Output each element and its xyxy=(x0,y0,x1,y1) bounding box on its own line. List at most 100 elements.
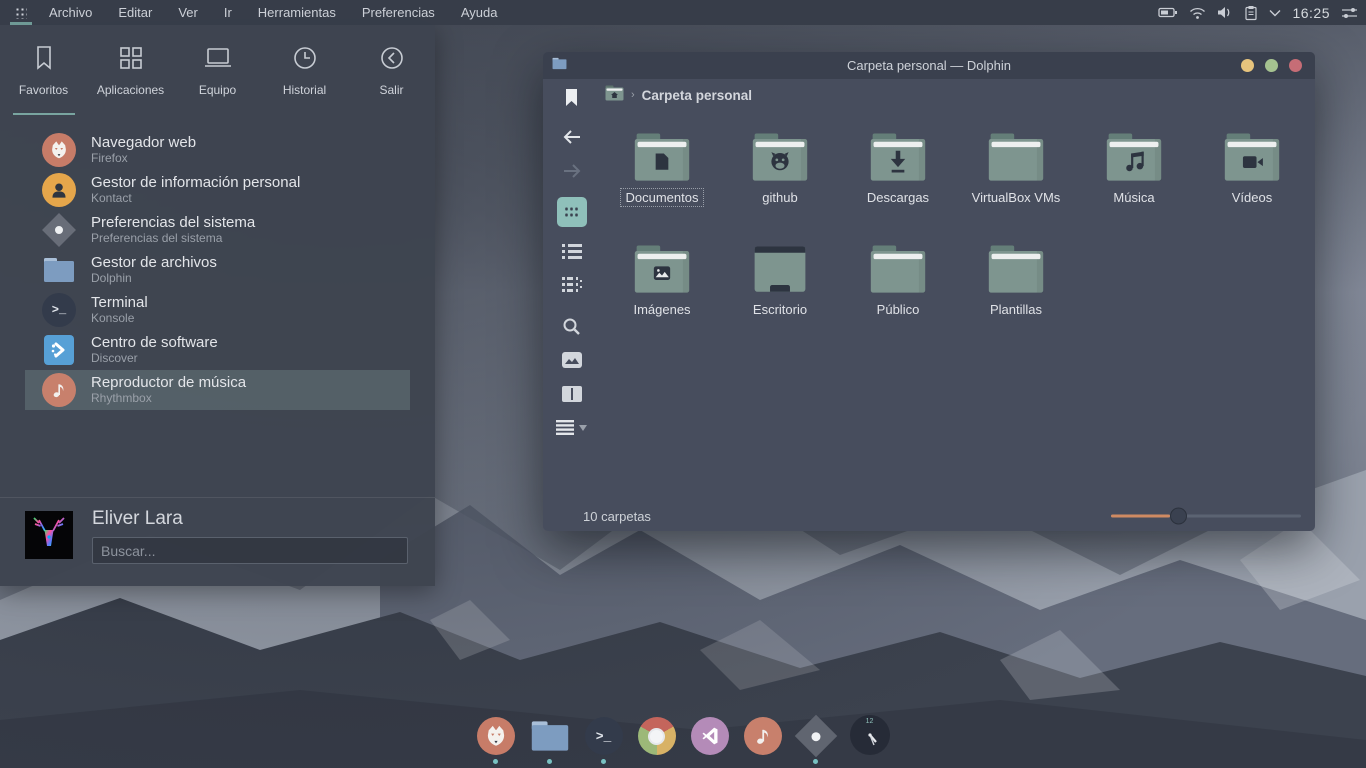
dock-chrome[interactable] xyxy=(638,717,676,764)
folder-tile-publico[interactable]: Público xyxy=(839,240,957,352)
folder-tile-plantillas[interactable]: Plantillas xyxy=(957,240,1075,352)
kontact-icon xyxy=(42,173,76,207)
folder-tile-documentos[interactable]: Documentos xyxy=(603,128,721,240)
back-button[interactable] xyxy=(562,129,582,145)
slider-handle[interactable] xyxy=(1170,508,1187,525)
search-icon[interactable] xyxy=(562,317,581,336)
dolphin-toolbar xyxy=(543,79,600,501)
forward-button[interactable] xyxy=(562,163,582,179)
app-subtitle: Discover xyxy=(91,352,218,366)
dock-vscode[interactable] xyxy=(691,717,729,764)
running-indicator xyxy=(654,759,659,764)
folder-plain-icon xyxy=(987,133,1045,183)
dock-rhythmbox[interactable] xyxy=(744,717,782,764)
breadcrumb-location[interactable]: Carpeta personal xyxy=(642,88,752,103)
folder-tile-descargas[interactable]: Descargas xyxy=(839,128,957,240)
maximize-button[interactable] xyxy=(1265,59,1278,72)
compact-view-button[interactable] xyxy=(562,277,582,293)
titlebar[interactable]: Carpeta personal — Dolphin xyxy=(543,52,1315,79)
folder-label: Público xyxy=(873,302,924,317)
window-title: Carpeta personal — Dolphin xyxy=(543,58,1315,73)
menu-ir[interactable]: Ir xyxy=(213,1,243,24)
zoom-slider[interactable] xyxy=(1111,508,1301,525)
search-input[interactable] xyxy=(92,537,408,564)
tab-equipo[interactable]: Equipo xyxy=(174,25,261,115)
app-subtitle: Konsole xyxy=(91,312,148,326)
app-row-konsole[interactable]: >_ TerminalKonsole xyxy=(25,290,410,330)
app-row-dolphin[interactable]: Gestor de archivosDolphin xyxy=(25,250,410,290)
app-row-rhythmbox[interactable]: Reproductor de músicaRhythmbox xyxy=(25,370,410,410)
vscode-icon xyxy=(691,717,729,755)
dock-terminal[interactable]: >_ xyxy=(585,717,623,764)
app-row-firefox[interactable]: Navegador webFirefox xyxy=(25,130,410,170)
minimize-button[interactable] xyxy=(1241,59,1254,72)
folder-tile-github[interactable]: github xyxy=(721,128,839,240)
close-button[interactable] xyxy=(1289,59,1302,72)
battery-icon[interactable] xyxy=(1158,4,1178,21)
tab-label: Equipo xyxy=(199,83,236,97)
dock: >_ 12 xyxy=(0,715,1366,764)
tab-historial[interactable]: Historial xyxy=(261,25,348,115)
app-title: Gestor de información personal xyxy=(91,174,300,191)
app-subtitle: Kontact xyxy=(91,192,300,206)
folder-grid: Documentos github Descargas VirtualBox V… xyxy=(603,128,1311,352)
breadcrumb-separator: › xyxy=(631,89,635,101)
icons-view-button[interactable] xyxy=(557,197,587,227)
folder-label: Plantillas xyxy=(986,302,1046,317)
folder-plain-icon xyxy=(987,245,1045,295)
running-indicator xyxy=(707,759,712,764)
bookmark-icon[interactable] xyxy=(565,88,578,107)
running-indicator xyxy=(760,759,765,764)
menu-herramientas[interactable]: Herramientas xyxy=(247,1,347,24)
folder-tile-escritorio[interactable]: Escritorio xyxy=(721,240,839,352)
running-indicator xyxy=(867,759,872,764)
clock[interactable]: 16:25 xyxy=(1292,5,1330,21)
global-menubar: Archivo Editar Ver Ir Herramientas Prefe… xyxy=(0,0,1366,25)
analog-clock-icon: 12 xyxy=(850,715,890,755)
menu-button[interactable] xyxy=(556,420,587,435)
chevron-down-icon[interactable] xyxy=(1269,9,1281,17)
tab-aplicaciones[interactable]: Aplicaciones xyxy=(87,25,174,115)
user-name: Eliver Lara xyxy=(92,508,183,530)
folder-label: VirtualBox VMs xyxy=(968,190,1065,205)
app-subtitle: Rhythmbox xyxy=(91,392,246,406)
status-text: 10 carpetas xyxy=(543,509,651,524)
tab-favoritos[interactable]: Favoritos xyxy=(0,25,87,115)
tray-sliders-icon[interactable] xyxy=(1341,6,1358,20)
menu-preferencias[interactable]: Preferencias xyxy=(351,1,446,24)
dock-file-manager[interactable] xyxy=(530,717,570,764)
laptop-icon xyxy=(203,44,233,75)
folder-tile-videos[interactable]: Vídeos xyxy=(1193,128,1311,240)
clipboard-icon[interactable] xyxy=(1244,5,1258,21)
app-row-preferencias[interactable]: Preferencias del sistemaPreferencias del… xyxy=(25,210,410,250)
app-row-kontact[interactable]: Gestor de información personalKontact xyxy=(25,170,410,210)
menu-ver[interactable]: Ver xyxy=(167,1,209,24)
menu-archivo[interactable]: Archivo xyxy=(38,1,103,24)
slider-fill xyxy=(1111,515,1170,518)
app-subtitle: Firefox xyxy=(91,152,196,166)
avatar[interactable] xyxy=(25,511,73,559)
dock-firefox[interactable] xyxy=(477,717,515,764)
folder-tile-virtualbox[interactable]: VirtualBox VMs xyxy=(957,128,1075,240)
system-settings-icon xyxy=(42,213,76,247)
menu-editar[interactable]: Editar xyxy=(107,1,163,24)
bookmark-icon xyxy=(31,44,57,75)
folder-desktop-icon xyxy=(751,245,809,295)
details-view-button[interactable] xyxy=(562,243,582,259)
tab-salir[interactable]: Salir xyxy=(348,25,435,115)
folder-tile-imagenes[interactable]: Imágenes xyxy=(603,240,721,352)
menu-ayuda[interactable]: Ayuda xyxy=(450,1,509,24)
wifi-icon[interactable] xyxy=(1189,5,1206,20)
preview-image-icon[interactable] xyxy=(562,352,582,368)
home-folder-icon[interactable] xyxy=(605,85,624,106)
split-view-icon[interactable] xyxy=(562,386,582,402)
volume-icon[interactable] xyxy=(1217,5,1233,20)
app-title: Gestor de archivos xyxy=(91,254,217,271)
folder-tile-musica[interactable]: Música xyxy=(1075,128,1193,240)
dock-clock[interactable]: 12 xyxy=(850,715,890,764)
app-row-discover[interactable]: Centro de softwareDiscover xyxy=(25,330,410,370)
tab-label: Favoritos xyxy=(19,83,68,97)
dock-settings[interactable] xyxy=(797,717,835,764)
app-grid-icon[interactable] xyxy=(8,0,34,25)
folder-label: Escritorio xyxy=(749,302,811,317)
